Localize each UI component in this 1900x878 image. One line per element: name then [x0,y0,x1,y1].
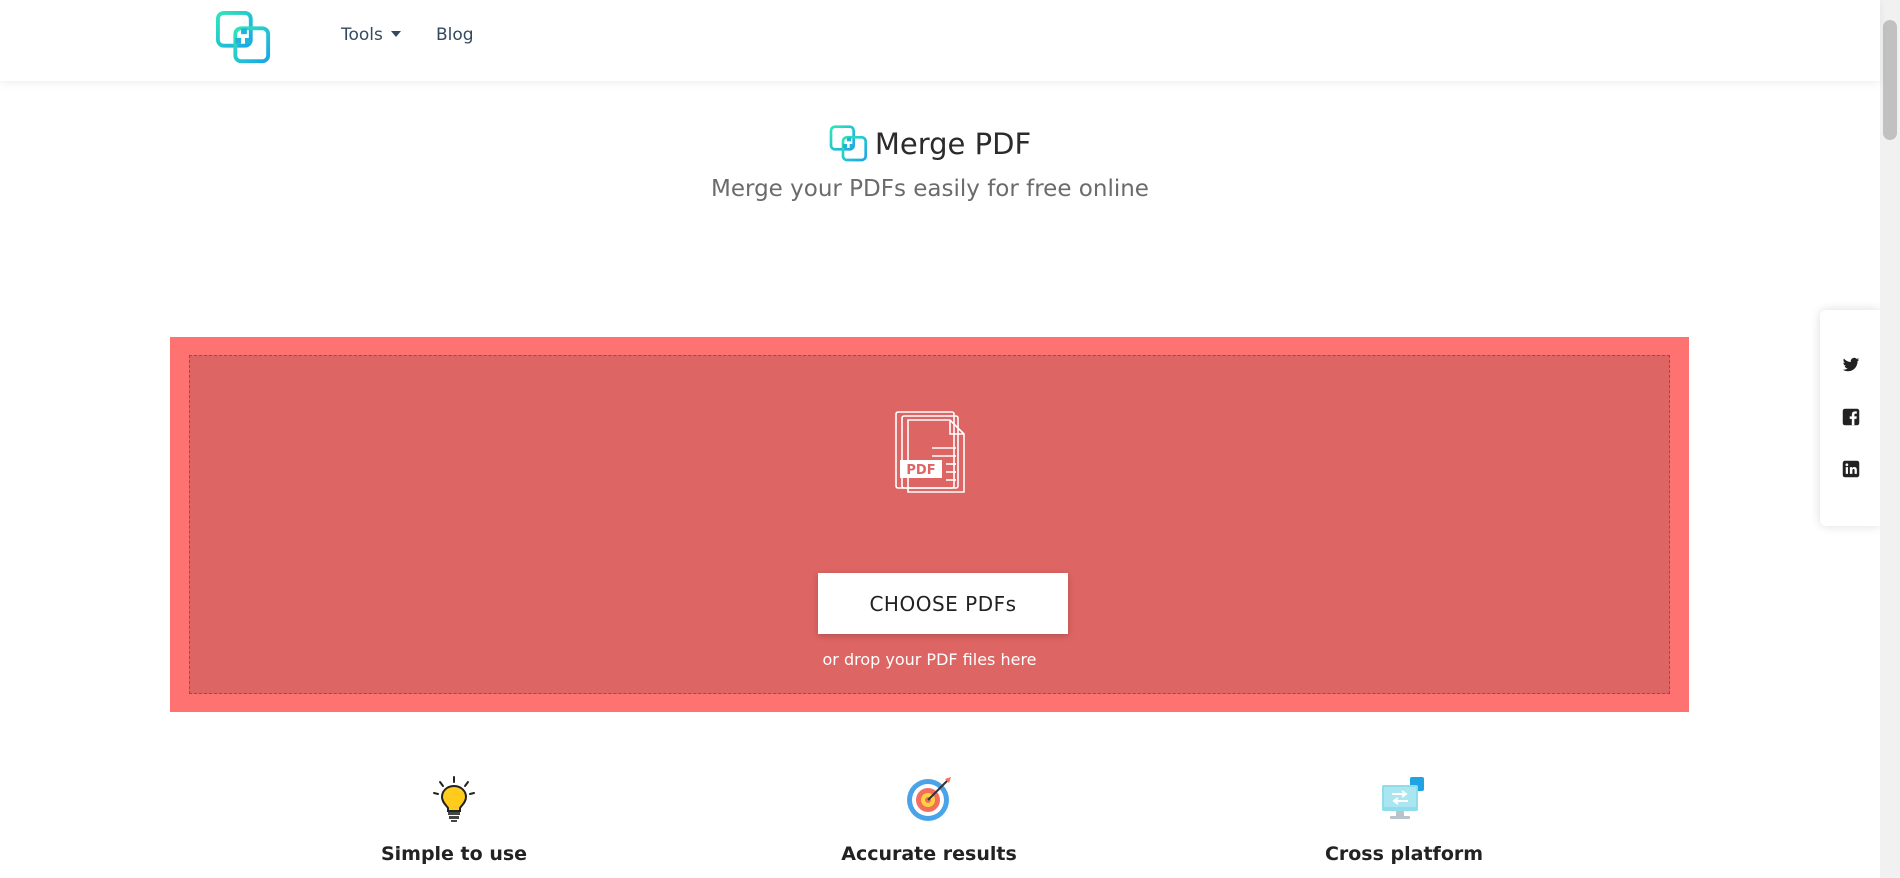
nav-tools-label: Tools [341,25,383,45]
nav-blog-link[interactable]: Blog [436,25,474,45]
top-navbar: Tools Blog [0,0,1880,81]
social-share-panel [1820,310,1880,526]
facebook-icon[interactable] [1842,408,1860,426]
page-title: Merge PDF [874,127,1032,161]
dropzone-dashed-area[interactable]: PDF CHOOSE PDFs or drop your PDF files h… [189,355,1670,694]
nav-tools-dropdown[interactable]: Tools [341,25,401,45]
linkedin-icon[interactable] [1842,460,1860,478]
scrollbar-thumb[interactable] [1883,20,1897,140]
page: Tools Blog Merge PDF Merge your PDFs eas [0,0,1900,878]
feature-title: Simple to use [380,843,528,865]
feature-title: Cross platform [1324,843,1484,865]
merge-pdf-logo-icon [829,125,867,162]
pdf-files-icon: PDF [895,411,965,493]
page-subtitle: Merge your PDFs easily for free online [711,176,1149,202]
site-logo-icon[interactable] [215,10,273,66]
feature-simple-to-use: Simple to use [294,775,614,865]
feature-accurate-results: Accurate results [769,775,1089,865]
upload-dropzone[interactable]: PDF CHOOSE PDFs or drop your PDF files h… [170,337,1689,712]
choose-pdfs-button[interactable]: CHOOSE PDFs [818,573,1068,634]
pdf-badge-label: PDF [906,463,935,478]
lightbulb-icon [433,776,475,822]
drop-hint-text: or drop your PDF files here [822,650,1037,669]
caret-down-icon [390,31,401,37]
twitter-icon[interactable] [1842,356,1860,374]
page-header: Merge PDF [0,124,1860,169]
devices-icon [1382,777,1424,819]
page-scrollbar[interactable] [1880,0,1900,878]
feature-cross-platform: Cross platform [1244,775,1564,865]
target-icon [907,777,951,821]
feature-title: Accurate results [841,843,1017,865]
